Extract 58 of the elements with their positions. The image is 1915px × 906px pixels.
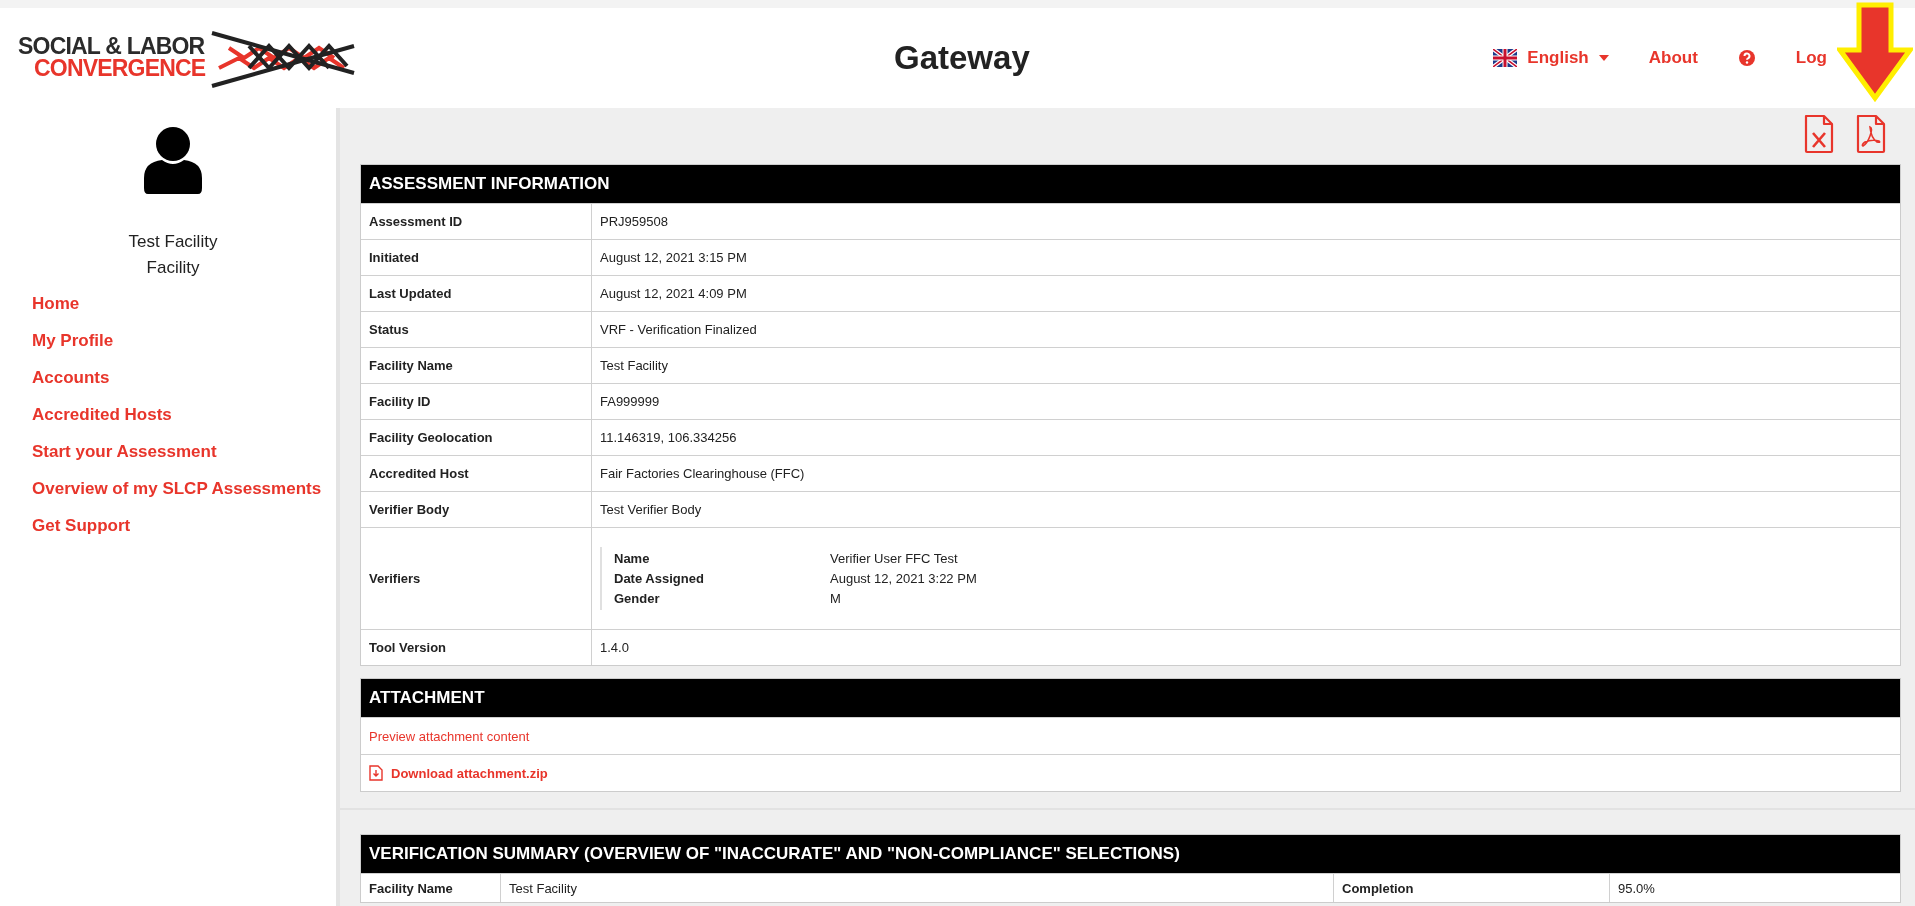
field-label: Name — [614, 551, 651, 566]
sidebar-link[interactable]: My Profile — [32, 331, 336, 351]
user-role: Facility — [146, 258, 200, 278]
row-value: VRF - Verification Finalized — [599, 321, 758, 339]
row-label: Completion — [1334, 874, 1610, 902]
sidebar-link[interactable]: Accredited Hosts — [32, 405, 336, 425]
sidebar-link[interactable]: Accounts — [32, 368, 336, 388]
row-label: Verifier Body — [361, 492, 592, 527]
row-label: Initiated — [361, 240, 592, 275]
avatar-icon — [144, 126, 202, 196]
row-label: Last Updated — [361, 276, 592, 311]
logo-text: CONVERGENCE — [33, 58, 206, 80]
flag-icon — [1493, 49, 1518, 67]
help-icon[interactable] — [1737, 49, 1756, 67]
field-value: August 12, 2021 3:22 PM — [830, 571, 977, 586]
row-label: Status — [361, 312, 592, 347]
field-value: Verifier User FFC Test — [830, 551, 959, 566]
preview-link[interactable]: Preview attachment content — [369, 728, 530, 744]
sidebar-link[interactable]: Get Support — [32, 516, 336, 536]
row-value: PRJ959508 — [599, 213, 669, 231]
logo-text: SOCIAL & LABOR — [18, 36, 205, 58]
row-label: Assessment ID — [361, 204, 592, 239]
download-link[interactable]: Download attachment.zip — [391, 765, 548, 781]
row-value: Fair Factories Clearinghouse (FFC) — [599, 465, 806, 483]
nav-link[interactable]: Log — [1795, 48, 1827, 68]
row-value: August 12, 2021 3:15 PM — [599, 249, 748, 267]
caret-icon — [1598, 55, 1609, 61]
language-dropdown[interactable]: English — [1493, 48, 1609, 68]
row-value: 95.0% — [1617, 879, 1656, 898]
field-label: Gender — [614, 591, 661, 606]
row-value: Test Verifier Body — [599, 501, 703, 519]
row-label: Tool Version — [361, 630, 592, 665]
section-header: ATTACHMENT — [361, 679, 1900, 717]
row-label: Facility ID — [361, 384, 592, 419]
row-label: Accredited Host — [361, 456, 592, 491]
excel-export-icon[interactable] — [1803, 114, 1835, 154]
page-title: Gateway — [893, 39, 1031, 77]
sidebar-link[interactable]: Overview of my SLCP Assessments — [32, 479, 336, 499]
row-label: Verifiers — [361, 528, 592, 629]
user-name: Test Facility — [128, 232, 218, 252]
row-value: Test Facility — [501, 874, 1334, 902]
row-label: Facility Name — [361, 874, 501, 902]
row-value: Test Facility — [599, 357, 669, 375]
pdf-export-icon[interactable] — [1855, 114, 1887, 154]
row-value: 11.146319, 106.334256 — [599, 429, 738, 447]
section-header: VERIFICATION SUMMARY (OVERVIEW OF "INACCURATE" AND "NON-COMPLIANCE" SELECTIONS) — [361, 835, 1900, 873]
section-header: ASSESSMENT INFORMATION — [361, 165, 1900, 203]
row-label: Facility Name — [361, 348, 592, 383]
nav-link[interactable]: About — [1648, 48, 1698, 68]
sidebar-link[interactable]: Home — [32, 294, 336, 314]
row-value: FA999999 — [599, 393, 661, 411]
row-value: August 12, 2021 4:09 PM — [599, 285, 748, 303]
field-value: M — [830, 591, 842, 606]
field-label: Date Assigned — [614, 571, 705, 586]
file-download-icon[interactable] — [369, 765, 383, 781]
row-value: 1.4.0 — [599, 639, 630, 657]
row-label: Facility Geolocation — [361, 420, 592, 455]
sidebar-link[interactable]: Start your Assessment — [32, 442, 336, 462]
